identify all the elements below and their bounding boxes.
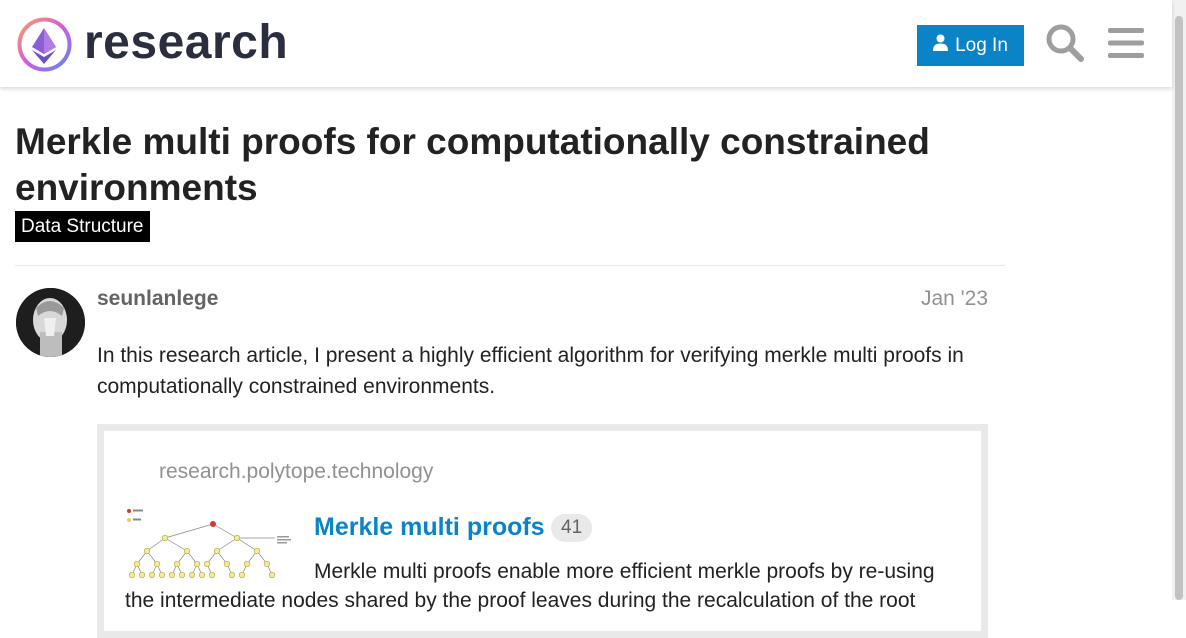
user-icon [933, 34, 949, 57]
search-icon[interactable] [1045, 23, 1085, 63]
divider [15, 265, 1005, 266]
scrollbar-thumb[interactable] [1175, 16, 1183, 600]
hamburger-menu-icon[interactable] [1108, 27, 1144, 59]
login-label: Log In [955, 34, 1008, 56]
topic-title[interactable]: Merkle multi proofs for computationally … [15, 119, 1005, 211]
avatar[interactable] [16, 288, 85, 357]
onebox-title-link[interactable]: Merkle multi proofs [314, 513, 545, 542]
post-body: In this research article, I present a hi… [97, 344, 964, 398]
onebox-click-count-badge: 41 [551, 514, 593, 542]
ethereum-logo-icon[interactable] [16, 16, 73, 73]
onebox-description: Merkle multi proofs enable more efficien… [125, 560, 935, 612]
post-username[interactable]: seunlanlege [97, 286, 218, 312]
login-button[interactable]: Log In [917, 25, 1024, 66]
site-logo-text[interactable]: research [84, 14, 288, 72]
site-header: research Log In [0, 0, 1172, 87]
onebox-source[interactable]: research.polytope.technology [159, 460, 433, 484]
category-badge[interactable]: Data Structure [15, 211, 150, 242]
link-preview-card: research.polytope.technology Merkle mult… [97, 424, 988, 638]
post-date[interactable]: Jan '23 [900, 286, 988, 312]
